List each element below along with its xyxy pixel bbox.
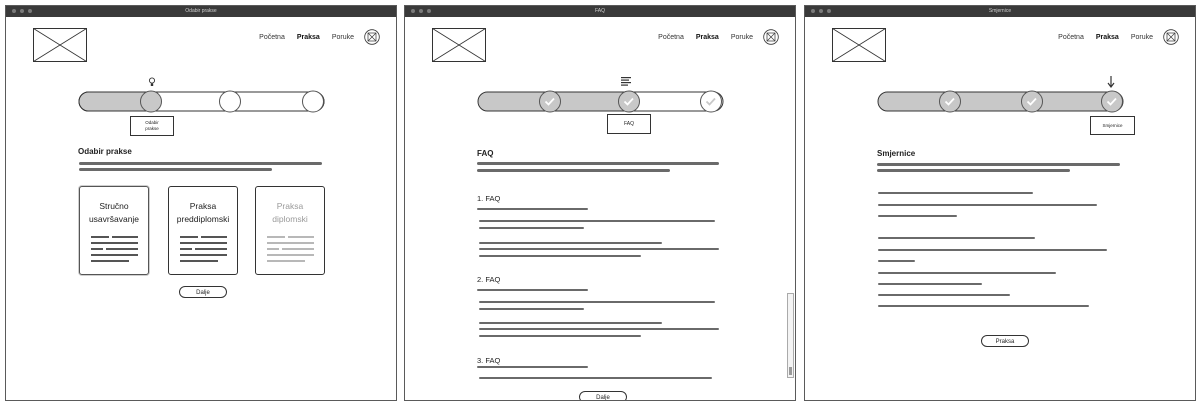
step-label: FAQ [607, 114, 651, 134]
nav-messages[interactable]: Poruke [1131, 34, 1153, 41]
next-button[interactable]: Dalje [579, 391, 627, 400]
logo-placeholder-icon[interactable] [33, 28, 87, 62]
card-strucno-usavrsavanje[interactable]: Stručno usavršavanje [79, 186, 149, 275]
avatar-icon[interactable] [1163, 29, 1179, 45]
text-line [79, 168, 272, 171]
nav-home[interactable]: Početna [1058, 34, 1084, 41]
text-line [477, 162, 719, 165]
nav-messages[interactable]: Poruke [731, 34, 753, 41]
scrollbar-thumb[interactable] [789, 367, 792, 375]
text-line [877, 163, 1120, 166]
faq-section-heading: 2. FAQ [477, 275, 501, 284]
scrollbar[interactable] [787, 293, 794, 378]
title-bar: FAQ [405, 6, 795, 17]
nav-internship[interactable]: Praksa [1096, 34, 1119, 41]
nav-home[interactable]: Početna [259, 34, 285, 41]
step-1-check-icon [939, 90, 961, 113]
progress-stepper [477, 90, 724, 113]
logo-placeholder-icon[interactable] [832, 28, 886, 62]
text-line [477, 169, 670, 172]
internship-button[interactable]: Praksa [981, 335, 1029, 347]
faq-section-heading: 1. FAQ [477, 194, 501, 203]
window-odabir-prakse: Odabir prakse Početna Praksa Poruke Odab… [5, 5, 397, 401]
text-line [79, 162, 322, 165]
nav-messages[interactable]: Poruke [332, 34, 354, 41]
step-label: Odabir prakse [130, 116, 174, 136]
main-nav: Početna Praksa Poruke [259, 34, 354, 41]
nav-internship[interactable]: Praksa [696, 34, 719, 41]
main-nav: Početna Praksa Poruke [658, 34, 753, 41]
window-smjernice: Smjernice Početna Praksa Poruke Smjernic… [804, 5, 1196, 401]
window-title: FAQ [594, 8, 605, 14]
avatar-icon[interactable] [364, 29, 380, 45]
window-faq: FAQ Početna Praksa Poruke FAQ FAQ 1. FAQ… [404, 5, 796, 401]
nav-home[interactable]: Početna [658, 34, 684, 41]
step-2-check-icon [1021, 90, 1043, 113]
step-1-circle [140, 90, 162, 113]
step-3-check-icon [700, 90, 722, 113]
step-3-circle [302, 90, 324, 113]
step-2-circle [219, 90, 241, 113]
step-1-check-icon [539, 90, 561, 113]
window-title: Odabir prakse [185, 8, 217, 14]
main-nav: Početna Praksa Poruke [1058, 34, 1153, 41]
card-praksa-diplomski[interactable]: Praksa diplomski [255, 186, 325, 275]
step-label: Smjernice [1090, 116, 1135, 135]
next-button[interactable]: Dalje [179, 286, 227, 298]
step-3-check-icon [1101, 90, 1123, 113]
page-title: FAQ [477, 149, 494, 158]
progress-stepper [78, 90, 325, 113]
logo-placeholder-icon[interactable] [432, 28, 486, 62]
text-line [877, 169, 1070, 172]
nav-internship[interactable]: Praksa [297, 34, 320, 41]
title-bar: Odabir prakse [6, 6, 396, 17]
progress-stepper [877, 90, 1124, 113]
step-2-check-icon [618, 90, 640, 113]
page-title: Odabir prakse [78, 147, 132, 156]
page-title: Smjernice [877, 149, 916, 158]
card-praksa-preddiplomski[interactable]: Praksa preddiplomski [168, 186, 238, 275]
avatar-icon[interactable] [763, 29, 779, 45]
faq-section-heading: 3. FAQ [477, 356, 501, 365]
title-bar: Smjernice [805, 6, 1195, 17]
window-title: Smjernice [988, 8, 1012, 14]
